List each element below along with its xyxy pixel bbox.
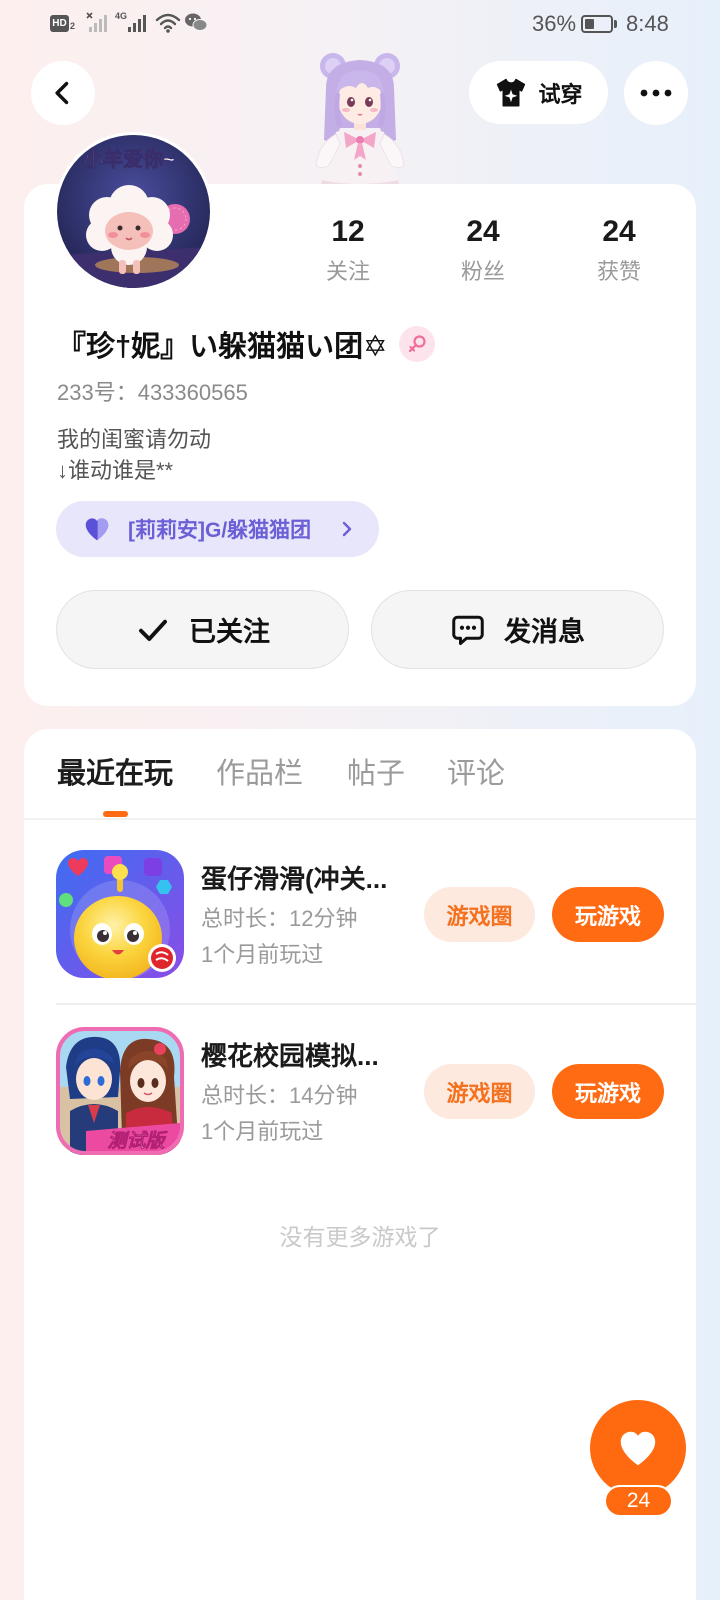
try-on-label: 试穿 [538, 81, 583, 107]
battery-percent: 36% [532, 11, 577, 36]
game-circle-button[interactable]: 游戏圈 [424, 1064, 535, 1119]
game-icon-eggy[interactable] [56, 850, 184, 978]
battery-icon [581, 15, 613, 33]
game-last-played: 1个月前玩过 [201, 1119, 324, 1144]
profile-screen: HD 2 4G 36% 8:48 试穿 小羊爱你~ 12 关注 24 粉丝 24… [0, 0, 720, 1600]
game-row[interactable]: 蛋仔滑滑(冲关... 总时长：12分钟 1个月前玩过 游戏圈 玩游戏 [24, 850, 696, 978]
game-last-played: 1个月前玩过 [201, 942, 324, 967]
battery-nub [614, 20, 617, 28]
sim-slot-label: 2 [70, 21, 76, 31]
heart-icon [620, 1431, 656, 1466]
following-button[interactable]: 已关注 [56, 590, 349, 669]
game-icon-sakura-school[interactable]: 测试版 [56, 1027, 184, 1155]
avatar-caption: 小羊爱你~ [83, 147, 175, 171]
chat-icon [452, 615, 484, 645]
stat-value: 24 [466, 215, 500, 248]
check-icon [139, 619, 167, 641]
tab-works[interactable]: 作品栏 [216, 754, 303, 794]
following-label: 已关注 [189, 617, 270, 647]
avatar-image: 小羊爱你~ [57, 135, 210, 288]
play-game-button[interactable]: 玩游戏 [552, 1064, 664, 1119]
stat-label: 关注 [325, 259, 370, 284]
avatar-dressup-figure[interactable] [300, 48, 420, 188]
game-icon-badge: 测试版 [107, 1130, 168, 1152]
heart-icon [85, 518, 109, 541]
back-icon [55, 81, 69, 105]
game-circle-button[interactable]: 游戏圈 [424, 887, 535, 942]
game-row[interactable]: 测试版 樱花校园模拟... 总时长：14分钟 1个月前玩过 游戏圈 玩游戏 [24, 1027, 696, 1155]
bio-line: 我的闺蜜请勿动 [57, 427, 212, 452]
stat-value: 12 [331, 215, 365, 248]
avatar[interactable]: 小羊爱你~ [57, 135, 210, 288]
clock: 8:48 [626, 11, 669, 36]
bio: 我的闺蜜请勿动 ↓谁动谁是** [57, 424, 211, 486]
message-button[interactable]: 发消息 [371, 590, 664, 669]
message-label: 发消息 [504, 617, 585, 647]
like-button[interactable] [590, 1400, 686, 1496]
tab-recently-played[interactable]: 最近在玩 [57, 754, 173, 794]
wechat-icon [185, 13, 208, 31]
hd-icon: HD [50, 15, 69, 32]
divider [24, 818, 696, 820]
divider [56, 1003, 696, 1005]
play-game-button[interactable]: 玩游戏 [552, 887, 664, 942]
game-title: 樱花校园模拟... [201, 1041, 379, 1071]
no-more-games-text: 没有更多游戏了 [279, 1224, 441, 1250]
active-tab-indicator [103, 811, 128, 817]
stat-value: 24 [602, 215, 636, 248]
like-count-badge: 24 [604, 1485, 673, 1517]
username: 『珍†妮』い躲猫猫い团✡ [57, 331, 388, 363]
try-on-button[interactable]: 试穿 [469, 61, 608, 124]
guild-pill[interactable]: [莉莉安]G/躲猫猫团 [56, 501, 379, 557]
wifi-icon [155, 13, 181, 33]
stat-label: 粉丝 [460, 259, 505, 284]
back-button[interactable] [31, 61, 95, 125]
female-icon [409, 335, 427, 353]
tab-comments[interactable]: 评论 [447, 754, 505, 794]
username-row: 『珍†妮』い躲猫猫い团✡ [57, 321, 436, 367]
tshirt-icon [497, 78, 526, 106]
more-icon [640, 89, 672, 97]
no-signal-icon [86, 12, 107, 32]
stat-label: 获赞 [596, 259, 641, 284]
more-button[interactable] [624, 61, 688, 125]
stat-following[interactable]: 12 关注 [293, 212, 403, 287]
guild-name: [莉莉安]G/躲猫猫团 [128, 519, 312, 542]
game-playtime: 总时长：12分钟 [201, 906, 358, 931]
game-title: 蛋仔滑滑(冲关... [201, 864, 388, 894]
stat-likes[interactable]: 24 获赞 [564, 212, 674, 287]
bio-line: ↓谁动谁是** [57, 458, 174, 483]
user-id: 233号：433360565 [57, 380, 248, 405]
tab-posts[interactable]: 帖子 [347, 754, 405, 794]
chevron-right-icon [339, 519, 355, 539]
battery-level-fill [585, 19, 594, 29]
signal-icon [128, 15, 146, 32]
stat-followers[interactable]: 24 粉丝 [428, 212, 538, 287]
game-playtime: 总时长：14分钟 [201, 1083, 358, 1108]
gender-badge [399, 326, 436, 362]
